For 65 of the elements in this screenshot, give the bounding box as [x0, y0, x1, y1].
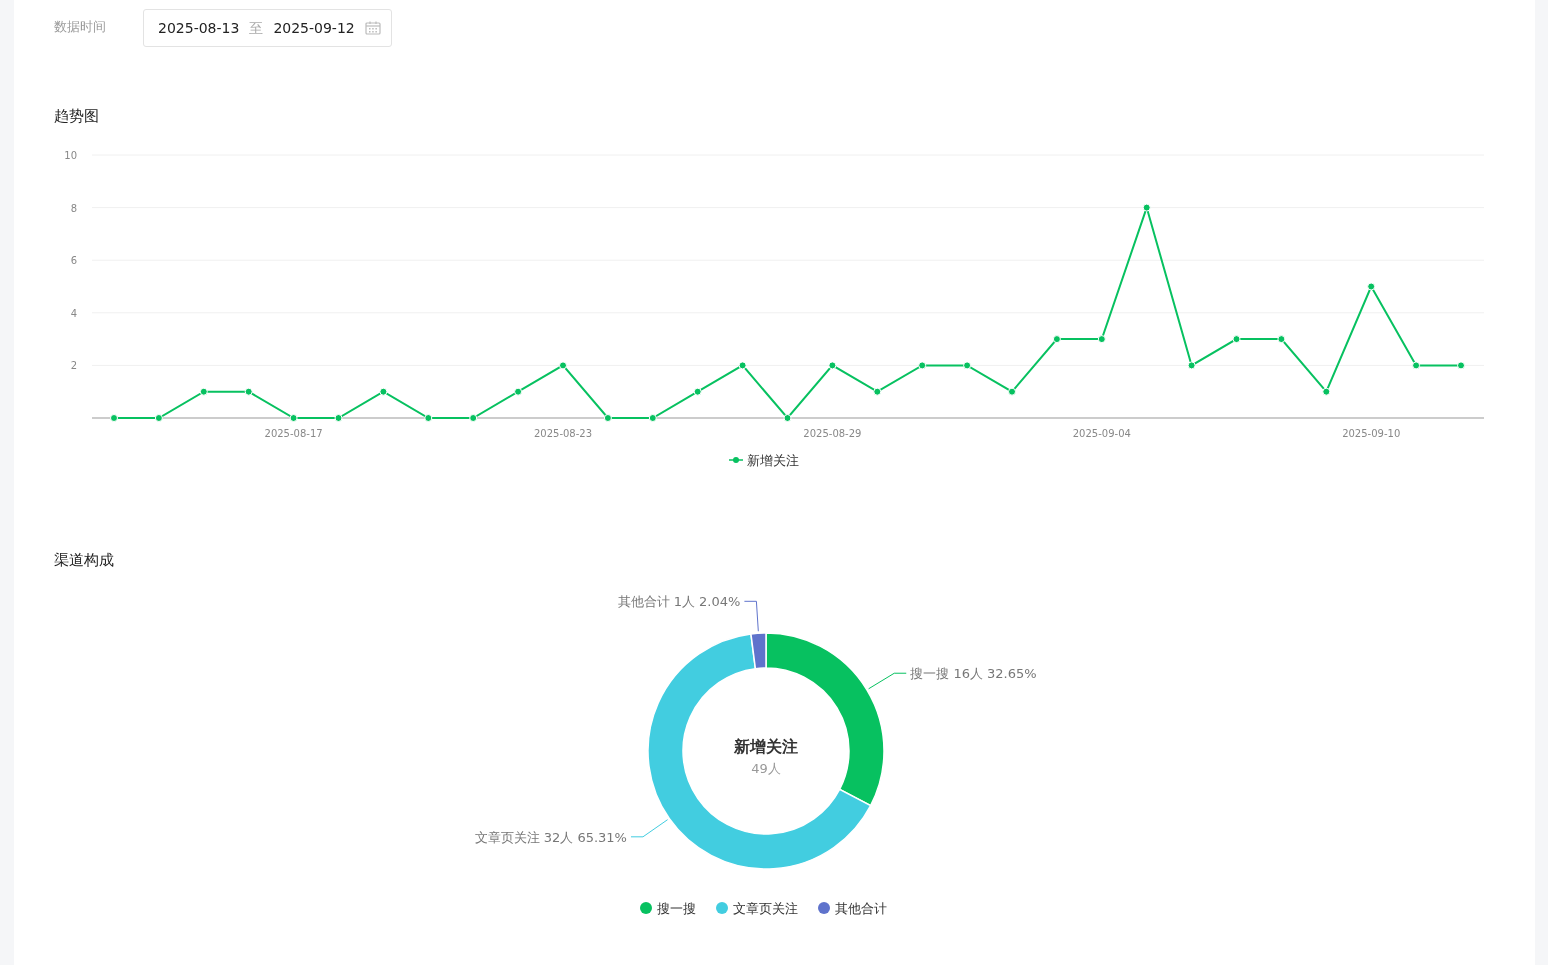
- data-point: [199, 387, 208, 396]
- axis-label: 2025-08-23: [533, 427, 593, 439]
- legend-dot-icon[interactable]: [640, 902, 652, 915]
- data-point: [1322, 387, 1331, 396]
- data-point: [1457, 360, 1465, 369]
- legend-dot-icon[interactable]: [818, 902, 830, 915]
- axis-label: 2025-08-17: [264, 427, 323, 439]
- axis-label: 2: [70, 359, 77, 371]
- leader-line: [743, 600, 759, 632]
- legend-label[interactable]: 搜一搜: [657, 898, 696, 918]
- slice-label: 搜一搜 16人 32.65%: [910, 665, 1037, 681]
- filter-label: 数据时间: [54, 18, 106, 36]
- leader-line: [868, 672, 907, 689]
- data-point: [1008, 387, 1016, 396]
- legend-label[interactable]: 文章页关注: [733, 898, 798, 918]
- data-point: [110, 413, 118, 422]
- data-point: [514, 387, 523, 396]
- legend-label[interactable]: 其他合计: [835, 898, 887, 918]
- donut-center-value: 49人: [751, 760, 781, 776]
- section-title: 渠道构成: [54, 550, 115, 571]
- data-point: [783, 413, 792, 422]
- data-point: [648, 413, 657, 422]
- calendar-icon[interactable]: [364, 21, 381, 35]
- data-point: [469, 413, 478, 422]
- axis-label: 2025-08-29: [803, 427, 862, 439]
- axis-label: 4: [70, 307, 77, 319]
- data-point: [334, 413, 343, 422]
- data-point: [603, 413, 612, 422]
- legend-label[interactable]: 新增关注: [746, 450, 799, 470]
- data-point: [1142, 203, 1151, 212]
- data-point: [918, 360, 927, 369]
- data-point: [1187, 360, 1196, 369]
- data-point: [1097, 334, 1106, 343]
- data-point: [1412, 360, 1421, 369]
- data-point: [1052, 334, 1061, 343]
- slice-label: 文章页关注 32人 65.31%: [474, 829, 627, 845]
- legend-line-icon[interactable]: [728, 456, 743, 465]
- data-point: [559, 360, 567, 369]
- data-point: [1277, 334, 1286, 343]
- date-separator: 至: [249, 18, 264, 38]
- date-range-picker[interactable]: 2025-08-13 至 2025-09-12: [143, 9, 392, 47]
- start-date: 2025-08-13: [158, 18, 240, 38]
- leader-line: [630, 818, 669, 837]
- axis-label: 2025-09-04: [1072, 427, 1131, 439]
- data-point: [379, 387, 388, 396]
- data-point: [1232, 334, 1241, 343]
- data-point: [1367, 282, 1376, 290]
- data-point: [738, 360, 747, 369]
- donut-center-title: 新增关注: [734, 736, 798, 756]
- data-point: [244, 387, 253, 396]
- data-point: [828, 360, 837, 369]
- legend-dot-icon[interactable]: [716, 902, 728, 915]
- data-point: [289, 413, 298, 422]
- data-point: [424, 413, 433, 422]
- axis-label: 2025-09-10: [1342, 427, 1401, 439]
- data-point: [154, 413, 163, 422]
- axis-label: 10: [64, 149, 77, 161]
- end-date: 2025-09-12: [273, 18, 355, 38]
- axis-label: 8: [70, 202, 77, 214]
- slice-label: 其他合计 1人 2.04%: [617, 593, 741, 609]
- section-title: 趋势图: [54, 106, 100, 127]
- data-point: [963, 360, 972, 369]
- data-point: [693, 387, 702, 396]
- data-point: [873, 387, 882, 396]
- axis-label: 6: [70, 254, 77, 266]
